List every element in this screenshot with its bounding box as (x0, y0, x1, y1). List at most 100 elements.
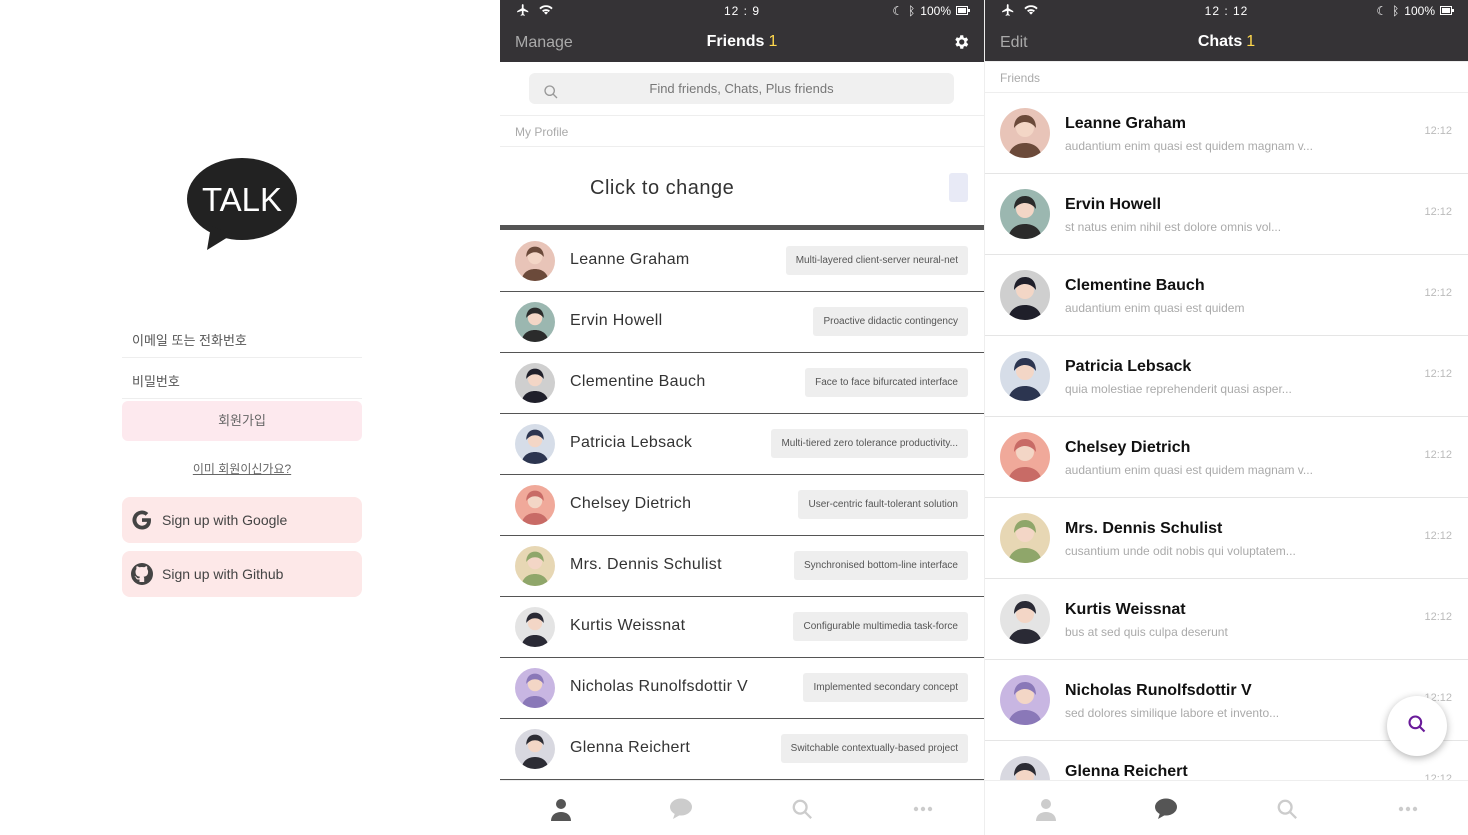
avatar (515, 668, 555, 708)
chat-row[interactable]: Patricia Lebsack quia molestiae reprehend… (985, 336, 1468, 417)
friend-row[interactable]: Clementine Bauch Face to face bifurcated … (500, 353, 984, 414)
battery-level: 100% (1404, 4, 1435, 18)
friend-name: Patricia Lebsack (570, 434, 693, 451)
person-icon[interactable] (549, 797, 573, 821)
person-icon[interactable] (1034, 797, 1058, 821)
chat-row[interactable]: Mrs. Dennis Schulist cusantium unde odit … (985, 498, 1468, 579)
title-label: Chats (1197, 33, 1243, 50)
chat-name: Mrs. Dennis Schulist (1065, 520, 1223, 537)
chats-count: 1 (1246, 33, 1256, 50)
moon-icon: ☾ (892, 4, 904, 18)
friends-screen: 12 : 9 ☾ ᛒ 100% Manage Friends 1 Find fri… (500, 0, 984, 835)
google-icon (130, 508, 154, 532)
friend-row[interactable]: Patricia Lebsack Multi-tiered zero tolera… (500, 414, 984, 475)
chat-bubble-icon[interactable] (669, 797, 693, 821)
google-signup-button[interactable]: Sign up with Google (122, 497, 362, 543)
app-root: TALK 이메일 또는 전화번호 비밀번호 회원가입 이미 회원이신가요? Si… (0, 0, 1468, 835)
avatar (1000, 513, 1050, 563)
chat-bubble-icon[interactable] (1154, 797, 1178, 821)
friend-row[interactable]: Ervin Howell Proactive didactic contingen… (500, 292, 984, 353)
search-input[interactable]: Find friends, Chats, Plus friends (529, 73, 954, 104)
search-icon (543, 80, 559, 99)
github-icon (130, 562, 154, 586)
friend-row[interactable]: Leanne Graham Multi-layered client-server… (500, 231, 984, 292)
chat-last-message: audantium enim quasi est quidem magnam v… (1065, 463, 1313, 477)
nav-bar: Manage Friends 1 (500, 22, 984, 62)
friend-row[interactable]: Nicholas Runolfsdottir V Implemented seco… (500, 658, 984, 719)
avatar (515, 424, 555, 464)
friend-name: Leanne Graham (570, 251, 690, 268)
signup-button[interactable]: 회원가입 (122, 401, 362, 441)
chat-time: 12:12 (1424, 611, 1452, 623)
chat-time: 12:12 (1424, 449, 1452, 461)
friend-status-message: Synchronised bottom-line interface (794, 551, 968, 580)
password-field[interactable]: 비밀번호 (122, 359, 362, 399)
my-profile[interactable]: Click to change (500, 147, 984, 230)
github-signup-button[interactable]: Sign up with Github (122, 551, 362, 597)
title-label: Friends (706, 33, 765, 50)
bluetooth-icon: ᛒ (1392, 4, 1400, 18)
tab-bar (985, 780, 1468, 835)
logo-text: TALK (202, 181, 282, 218)
search-fab-button[interactable] (1387, 696, 1447, 756)
friend-status-message: Multi-tiered zero tolerance productivity… (771, 429, 968, 458)
search-tab-icon[interactable] (1275, 797, 1299, 821)
chat-last-message: st natus enim nihil est dolore omnis vol… (1065, 220, 1282, 234)
avatar (1000, 675, 1050, 725)
avatar (515, 607, 555, 647)
chat-last-message: audantium enim quasi est quidem (1065, 301, 1245, 315)
search-tab-icon[interactable] (790, 797, 814, 821)
friend-name: Ervin Howell (570, 312, 663, 329)
already-member-link[interactable]: 이미 회원이신가요? (122, 460, 362, 477)
google-signup-label: Sign up with Google (162, 512, 288, 528)
chat-name: Ervin Howell (1065, 196, 1162, 213)
login-panel: TALK 이메일 또는 전화번호 비밀번호 회원가입 이미 회원이신가요? Si… (0, 0, 484, 835)
friend-status-message: Configurable multimedia task-force (793, 612, 968, 641)
friend-status-message: Switchable contextually-based project (780, 734, 968, 763)
more-icon[interactable] (1396, 797, 1420, 821)
friend-row[interactable]: Glenna Reichert Switchable contextually-b… (500, 719, 984, 780)
avatar (515, 546, 555, 586)
friend-row[interactable]: Chelsey Dietrich User-centric fault-toler… (500, 475, 984, 536)
chat-name: Leanne Graham (1065, 115, 1186, 132)
chat-row[interactable]: Ervin Howell st natus enim nihil est dolo… (985, 174, 1468, 255)
chat-last-message: audantium enim quasi est quidem magnam v… (1065, 139, 1313, 153)
friend-row[interactable]: Kurtis Weissnat Configurable multimedia t… (500, 597, 984, 658)
chat-row[interactable]: Leanne Graham audantium enim quasi est qu… (985, 93, 1468, 174)
friend-status-message: Multi-layered client-server neural-net (785, 246, 968, 275)
page-title: Chats 1 (985, 33, 1468, 51)
chat-row[interactable]: Clementine Bauch audantium enim quasi est… (985, 255, 1468, 336)
chat-time: 12:12 (1424, 125, 1452, 137)
avatar (515, 363, 555, 403)
more-icon[interactable] (911, 797, 935, 821)
talk-logo: TALK (187, 158, 297, 250)
chat-last-message: cusantium unde odit nobis qui voluptatem… (1065, 544, 1296, 558)
chat-time: 12:12 (1424, 368, 1452, 380)
gear-icon[interactable] (952, 33, 970, 51)
password-placeholder: 비밀번호 (132, 374, 180, 389)
chat-name: Clementine Bauch (1065, 277, 1205, 294)
avatar (1000, 189, 1050, 239)
chat-row[interactable]: Chelsey Dietrich audantium enim quasi est… (985, 417, 1468, 498)
chat-last-message: sed dolores similique labore et invento.… (1065, 706, 1280, 720)
chat-name: Nicholas Runolfsdottir V (1065, 682, 1252, 699)
friend-row[interactable]: Mrs. Dennis Schulist Synchronised bottom-… (500, 536, 984, 597)
email-field[interactable]: 이메일 또는 전화번호 (122, 318, 362, 358)
chat-time: 12:12 (1424, 530, 1452, 542)
avatar (1000, 108, 1050, 158)
profile-change-text: Click to change (590, 177, 735, 199)
tab-bar (500, 780, 984, 835)
email-placeholder: 이메일 또는 전화번호 (132, 333, 247, 348)
bluetooth-icon: ᛒ (908, 4, 916, 18)
avatar (515, 302, 555, 342)
avatar (1000, 594, 1050, 644)
avatar (1000, 432, 1050, 482)
friends-section-label: Friends (985, 61, 1468, 93)
chat-time: 12:12 (1424, 206, 1452, 218)
friend-status-message: Face to face bifurcated interface (805, 368, 968, 397)
moon-icon: ☾ (1376, 4, 1388, 18)
nav-bar: Edit Chats 1 (985, 22, 1468, 62)
avatar (515, 729, 555, 769)
chat-name: Glenna Reichert (1065, 763, 1188, 780)
chat-row[interactable]: Kurtis Weissnat bus at sed quis culpa des… (985, 579, 1468, 660)
